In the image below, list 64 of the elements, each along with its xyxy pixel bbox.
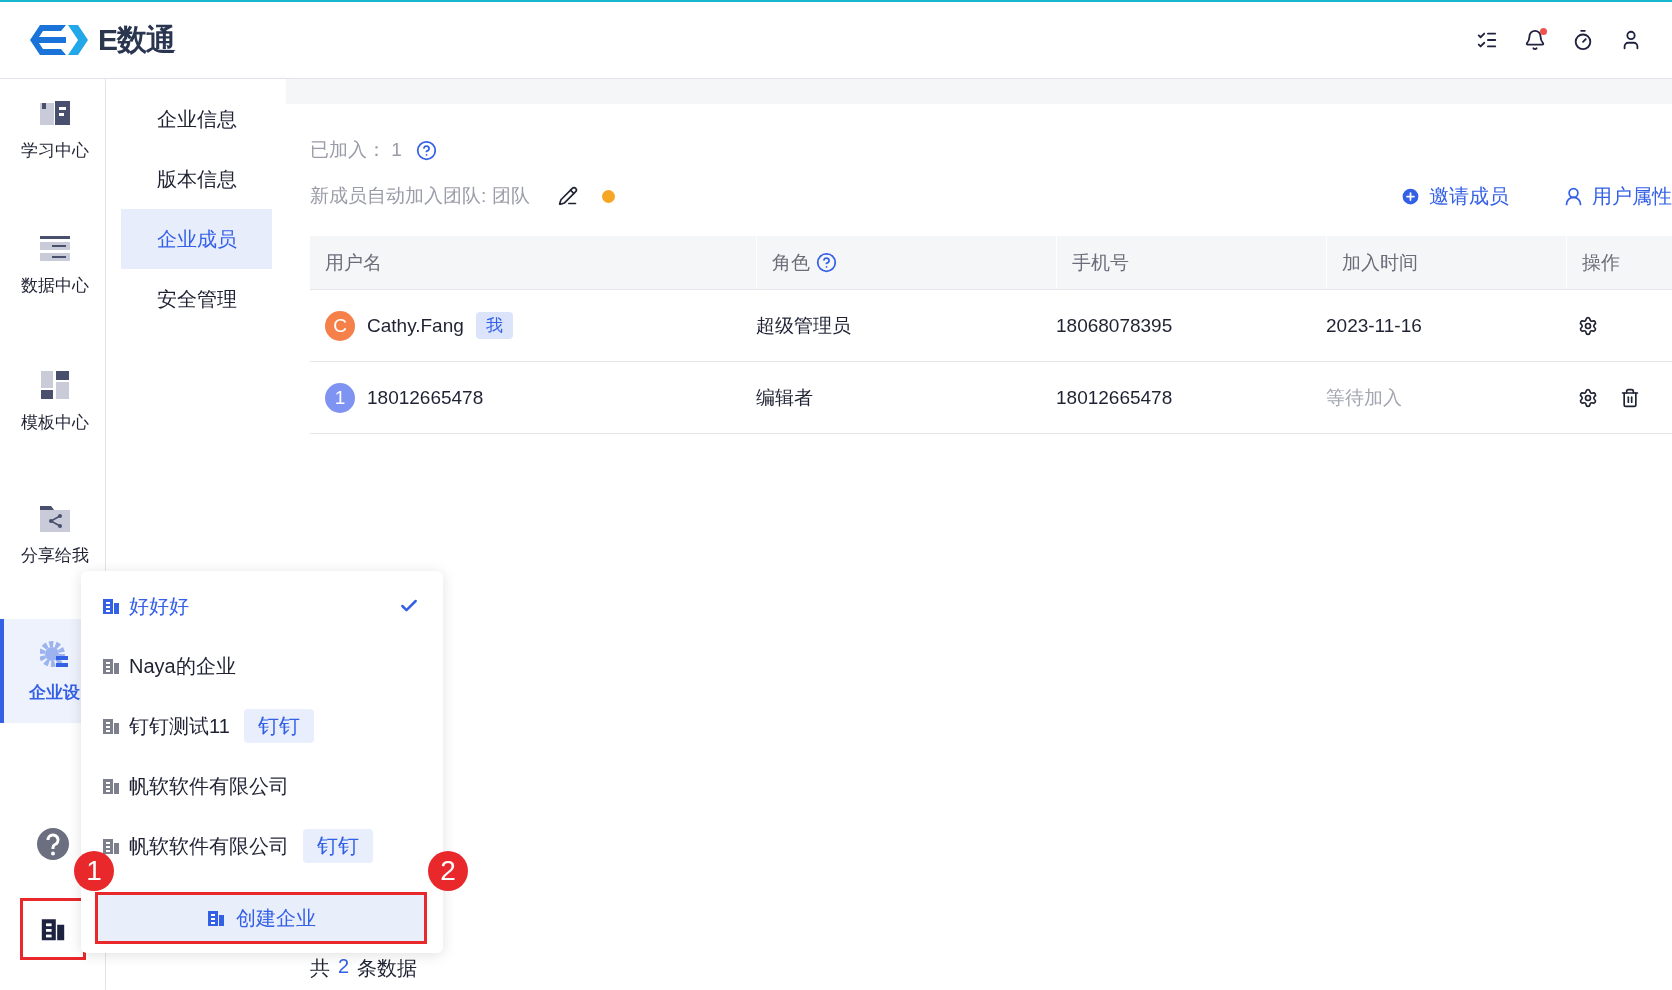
logo-icon (30, 22, 88, 58)
book-icon (39, 101, 70, 127)
building-icon (101, 716, 121, 736)
help-icon[interactable] (415, 139, 437, 161)
building-icon (101, 596, 121, 616)
submenu-item[interactable]: 企业成员 (121, 209, 272, 269)
column-header: 用户名 (325, 250, 382, 275)
nav-label: 学习中心 (20, 140, 89, 162)
table-cell: 18012665478 (1056, 386, 1173, 409)
column-header: 加入时间 (1342, 250, 1418, 275)
submenu-item[interactable]: 企业信息 (121, 89, 272, 149)
avatar: C (325, 310, 355, 341)
building-icon (101, 656, 121, 676)
tag: 钉钉 (243, 709, 314, 743)
template-icon (40, 371, 69, 399)
table-cell: Cathy.Fang (367, 314, 464, 337)
nav-item[interactable]: 数据中心 (0, 214, 105, 349)
add-building-icon (206, 908, 226, 928)
step-badge: 1 (74, 851, 114, 891)
table-cell: 18012665478 (367, 386, 484, 409)
invite-link[interactable]: 邀请成员 (1400, 182, 1509, 210)
nav-item[interactable]: 学习中心 (0, 79, 105, 214)
edit-icon[interactable] (557, 186, 578, 206)
joined-count: 已加入： 1 (310, 138, 402, 162)
table-cell-text: 等待加入 (1326, 385, 1402, 410)
submenu-item[interactable]: 版本信息 (121, 149, 272, 209)
settings-icon[interactable] (1578, 387, 1598, 408)
organization-button[interactable] (19, 898, 86, 960)
tag: 钉钉 (303, 829, 373, 863)
nav-label: 企业设 (29, 682, 80, 704)
gear-icon (39, 641, 70, 669)
database-icon (39, 236, 70, 262)
nav-label: 数据中心 (20, 275, 89, 297)
table-cell-text: 编辑者 (756, 385, 813, 410)
timer-icon[interactable] (1572, 29, 1594, 51)
table-cell: 2023-11-16 (1326, 314, 1422, 337)
nav-label: 模板中心 (20, 412, 89, 434)
help-icon[interactable] (816, 252, 837, 273)
user-attributes-link[interactable]: 用户属性 (1563, 182, 1672, 210)
shared-folder-icon (39, 506, 70, 532)
bell-icon[interactable] (1524, 29, 1546, 51)
logo-text: E数通 (98, 21, 175, 58)
nav-label: 分享给我 (20, 545, 89, 567)
building-icon (101, 836, 121, 856)
user-icon (1563, 185, 1584, 207)
trash-icon[interactable] (1620, 387, 1640, 408)
submenu-item[interactable]: 安全管理 (121, 269, 272, 329)
column-header: 手机号 (1072, 250, 1129, 275)
column-header: 角色 (772, 250, 810, 275)
column-header: 操作 (1582, 250, 1620, 275)
add-icon (1400, 185, 1421, 207)
settings-icon[interactable] (1578, 315, 1598, 336)
auto-join-team: 新成员自动加入团队: 团队 (310, 184, 530, 208)
status-dot (601, 189, 615, 203)
tag: 我 (475, 312, 513, 339)
building-icon (101, 776, 121, 796)
menu-item[interactable]: 帆软软件有限公司 (95, 756, 429, 816)
total-count: 共 2 条数据 (310, 955, 419, 981)
create-button[interactable]: 创建企业 (95, 892, 427, 944)
help-icon[interactable] (36, 828, 69, 860)
nav-item[interactable]: 模板中心 (0, 349, 105, 484)
table-cell: 18068078395 (1056, 314, 1173, 337)
avatar: 1 (325, 382, 355, 413)
table-cell-text: 超级管理员 (756, 313, 851, 338)
